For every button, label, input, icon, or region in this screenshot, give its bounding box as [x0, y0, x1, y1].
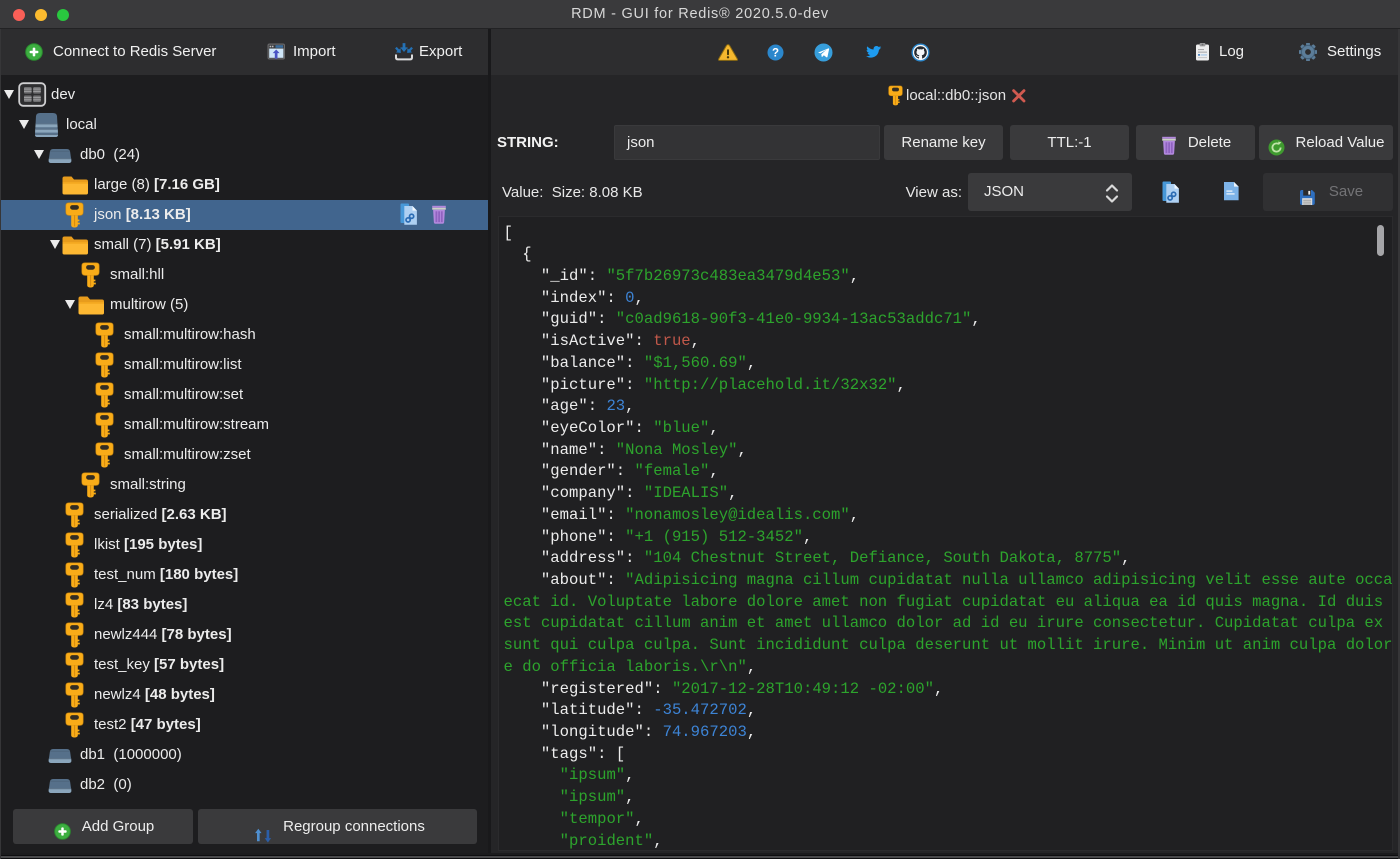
svg-text:?: ? — [772, 47, 779, 59]
